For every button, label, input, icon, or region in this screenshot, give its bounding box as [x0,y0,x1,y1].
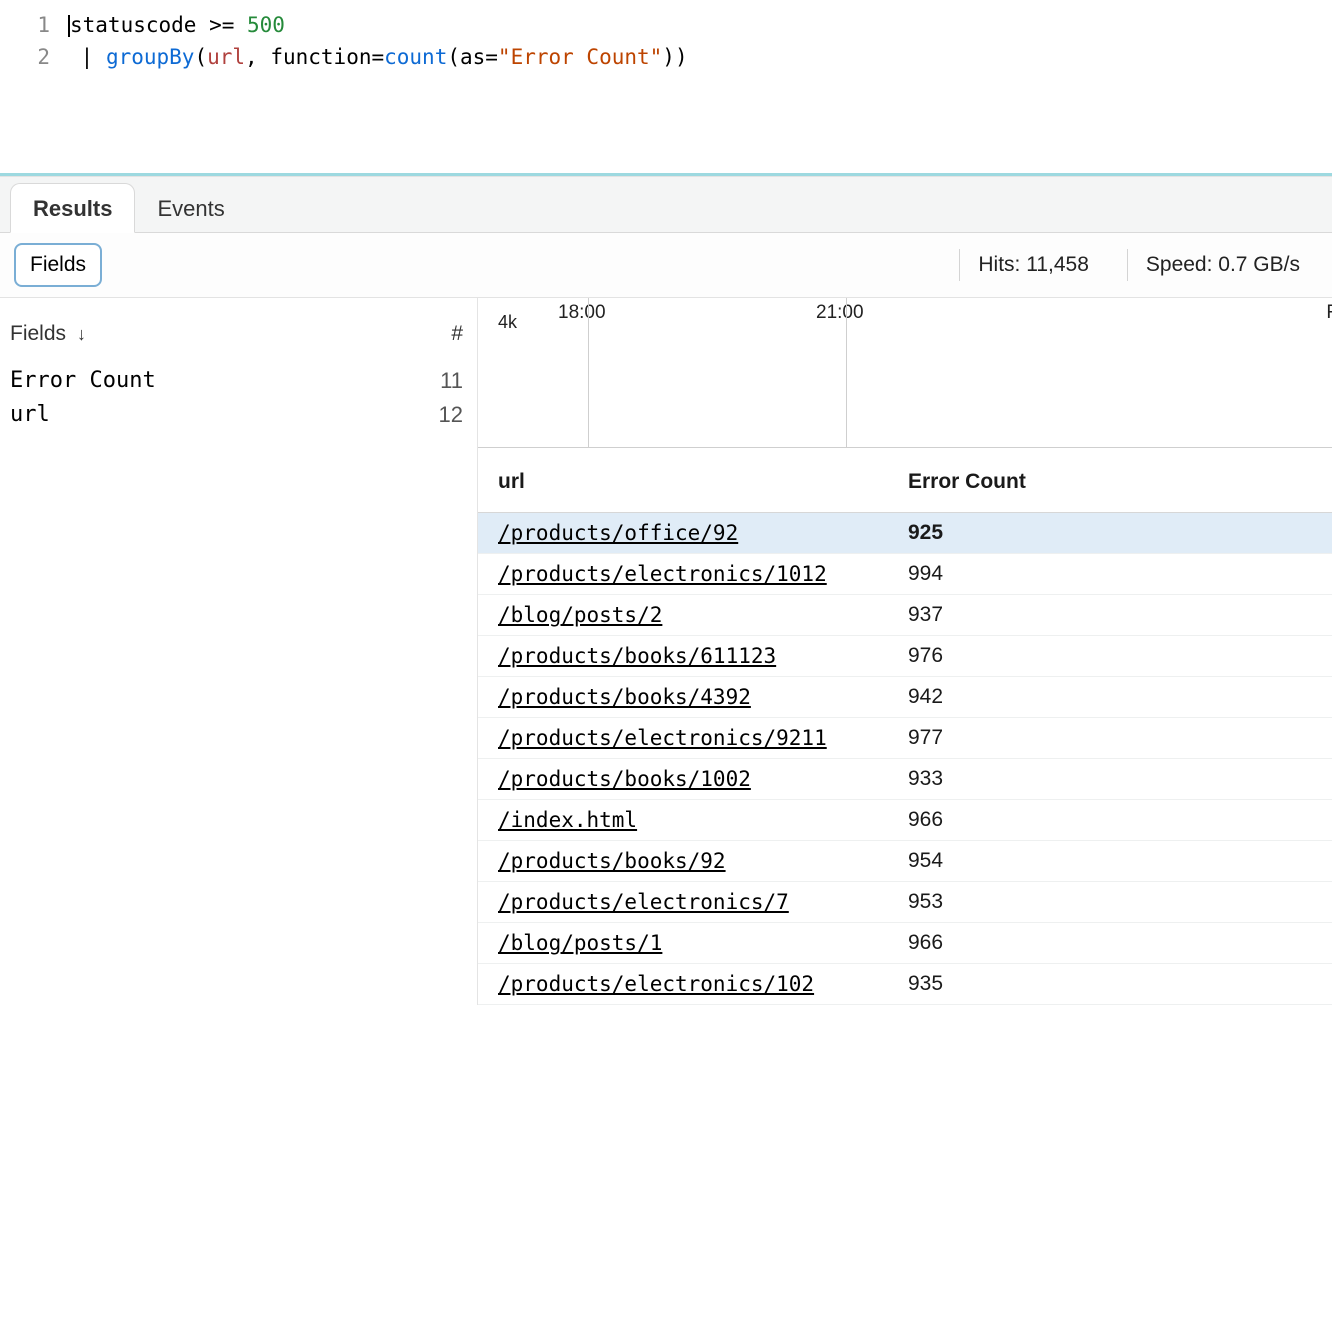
table-row[interactable]: /products/books/4392942 [478,677,1332,718]
tab-events[interactable]: Events [135,184,246,232]
col-header-url[interactable]: url [478,448,908,513]
fields-header-count: # [451,322,463,346]
field-count: 12 [439,402,463,428]
cell-url[interactable]: /blog/posts/2 [478,595,908,636]
query-editor[interactable]: 1 statuscode >= 500 2 | groupBy(url, fun… [0,0,1332,176]
table-row[interactable]: /products/electronics/1012994 [478,554,1332,595]
cell-count: 935 [908,964,1332,1005]
speed-stat: Speed: 0.7 GB/s [1127,249,1318,281]
cell-url[interactable]: /blog/posts/1 [478,923,908,964]
cell-url[interactable]: /products/books/92 [478,841,908,882]
cell-count: 937 [908,595,1332,636]
timeline-tick-label: 18:00 [558,302,606,324]
cell-count: 977 [908,718,1332,759]
field-name: Error Count [10,368,156,394]
cell-url[interactable]: /products/office/92 [478,513,908,554]
cell-url[interactable]: /products/electronics/1012 [478,554,908,595]
fields-sidebar-header[interactable]: Fields ↓ # [6,316,467,364]
cell-url[interactable]: /products/books/611123 [478,636,908,677]
table-row[interactable]: /products/electronics/7953 [478,882,1332,923]
cell-count: 966 [908,800,1332,841]
cell-url[interactable]: /products/electronics/9211 [478,718,908,759]
cell-url[interactable]: /products/books/1002 [478,759,908,800]
fields-sidebar: Fields ↓ # Error Count 11 url 12 [0,298,478,1005]
cell-count: 954 [908,841,1332,882]
table-row[interactable]: /products/office/92925 [478,513,1332,554]
fields-toggle-button[interactable]: Fields [14,243,102,287]
results-area: 4k 18:00 21:00 F url Error Count /produc… [478,298,1332,1005]
code-line[interactable]: | groupBy(url, function=count(as="Error … [68,42,688,74]
timeline-tick [846,298,847,447]
col-header-count[interactable]: Error Count [908,448,1332,513]
results-panel: Results Events Fields Hits: 11,458 Speed… [0,176,1332,1005]
table-row[interactable]: /products/electronics/9211977 [478,718,1332,759]
timeline-tick-label: 21:00 [816,302,864,324]
table-row[interactable]: /index.html966 [478,800,1332,841]
table-row[interactable]: /products/electronics/102935 [478,964,1332,1005]
code-line[interactable]: statuscode >= 500 [68,10,285,42]
field-name: url [10,402,50,428]
cell-count: 994 [908,554,1332,595]
line-gutter: 2 [20,42,50,74]
hits-stat: Hits: 11,458 [959,249,1107,281]
table-row[interactable]: /products/books/611123976 [478,636,1332,677]
table-row[interactable]: /products/books/1002933 [478,759,1332,800]
table-row[interactable]: /blog/posts/2937 [478,595,1332,636]
editor-line-2[interactable]: 2 | groupBy(url, function=count(as="Erro… [0,42,1332,74]
cell-count: 966 [908,923,1332,964]
timeline-tick [588,298,589,447]
fields-row[interactable]: url 12 [6,398,467,432]
timeline-ylabel: 4k [498,312,517,333]
line-gutter: 1 [20,10,50,42]
tabs-strip: Results Events [0,177,1332,233]
cell-url[interactable]: /products/electronics/102 [478,964,908,1005]
results-table: url Error Count /products/office/92925/p… [478,448,1332,1005]
timeline-edge-label: F [1326,302,1332,324]
editor-line-1[interactable]: 1 statuscode >= 500 [0,10,1332,42]
timeline-chart[interactable]: 4k 18:00 21:00 F [478,298,1332,448]
cell-url[interactable]: /products/electronics/7 [478,882,908,923]
cell-count: 933 [908,759,1332,800]
cell-url[interactable]: /products/books/4392 [478,677,908,718]
stats-bar: Fields Hits: 11,458 Speed: 0.7 GB/s [0,233,1332,298]
cell-count: 942 [908,677,1332,718]
field-count: 11 [440,368,463,394]
fields-row[interactable]: Error Count 11 [6,364,467,398]
cell-count: 953 [908,882,1332,923]
tab-results[interactable]: Results [10,183,135,233]
table-row[interactable]: /blog/posts/1966 [478,923,1332,964]
sort-down-icon: ↓ [72,324,86,344]
cell-url[interactable]: /index.html [478,800,908,841]
fields-header-label: Fields ↓ [10,322,86,346]
cell-count: 925 [908,513,1332,554]
table-row[interactable]: /products/books/92954 [478,841,1332,882]
cell-count: 976 [908,636,1332,677]
fields-list: Error Count 11 url 12 [6,364,467,432]
